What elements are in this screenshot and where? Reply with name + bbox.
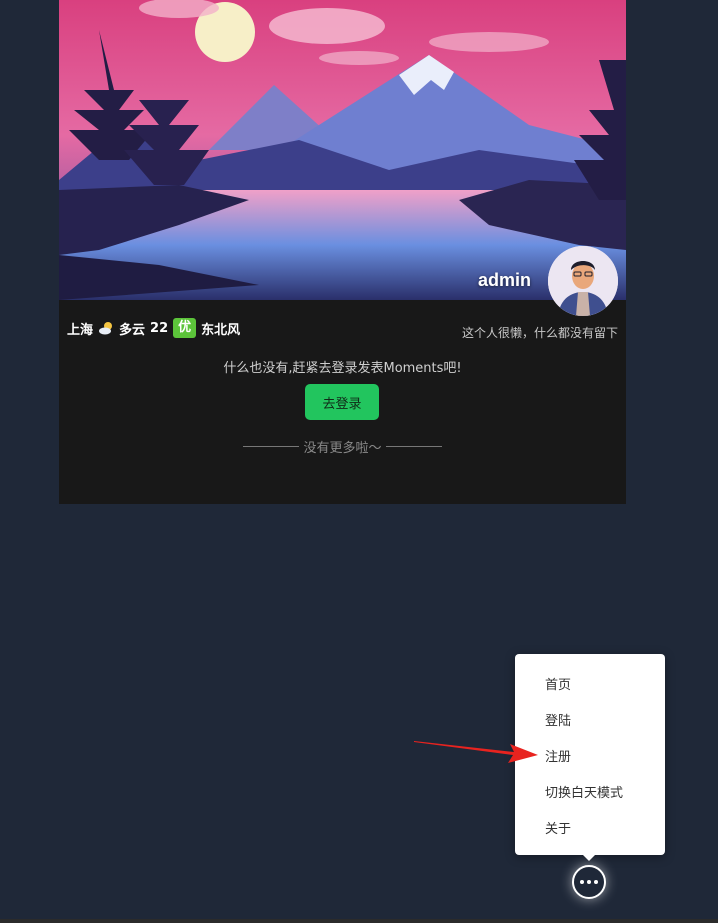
moments-card: admin 上海 多云 22 优 东北风 这个人很懒，什么都没有留下 什么也没有…	[59, 0, 626, 504]
more-dots-icon	[580, 880, 598, 884]
menu-item-home[interactable]: 首页	[545, 674, 571, 693]
menu-item-about[interactable]: 关于	[545, 818, 571, 837]
divider-right	[385, 446, 442, 447]
go-login-button[interactable]: 去登录	[305, 384, 379, 420]
more-menu-button[interactable]	[572, 865, 606, 899]
no-more-indicator: 没有更多啦～	[59, 437, 626, 456]
signature: 这个人很懒，什么都没有留下	[461, 326, 618, 340]
air-quality-badge: 优	[173, 318, 197, 338]
partly-cloudy-icon	[98, 321, 114, 335]
menu-item-toggle-day-mode[interactable]: 切换白天模式	[545, 782, 623, 801]
menu-item-register[interactable]: 注册	[545, 746, 571, 765]
weather-condition: 多云	[119, 322, 146, 338]
avatar[interactable]	[548, 246, 618, 316]
no-more-text: 没有更多啦～	[303, 441, 382, 456]
city: 上海	[67, 322, 94, 338]
wind-direction: 东北风	[201, 322, 241, 338]
temperature: 22	[150, 320, 169, 336]
menu-item-login[interactable]: 登陆	[545, 710, 571, 729]
bottom-edge	[0, 919, 718, 923]
weather-info: 上海 多云 22 优 东北风	[67, 318, 245, 338]
divider-left	[243, 446, 300, 447]
annotation-arrow-icon	[414, 741, 538, 763]
empty-feed-message: 什么也没有,赶紧去登录发表Moments吧!	[223, 361, 462, 376]
username: admin	[478, 270, 532, 290]
cover-image	[59, 0, 626, 300]
